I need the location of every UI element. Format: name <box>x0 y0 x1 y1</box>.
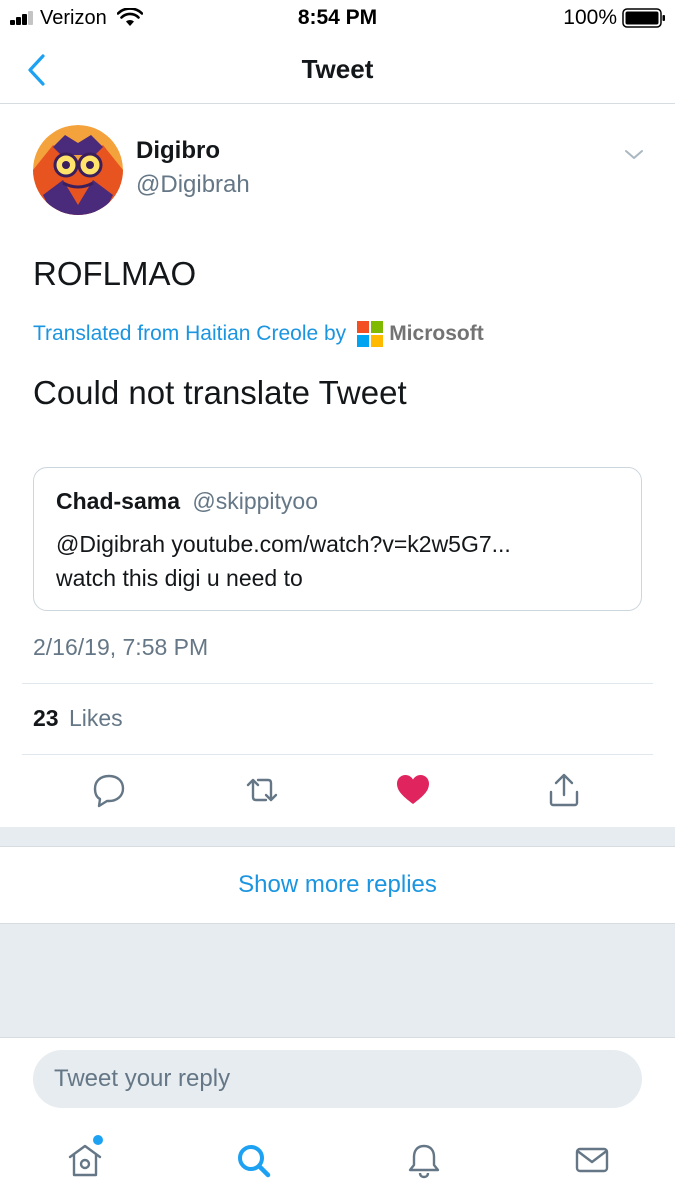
unread-indicator-dot <box>93 1135 103 1145</box>
author-handle[interactable]: @Digibrah <box>136 171 250 199</box>
heart-icon <box>397 775 429 804</box>
reply-input[interactable] <box>33 1050 642 1108</box>
tweet-action-bar <box>0 768 675 812</box>
likes-link[interactable]: 23 Likes <box>33 705 123 732</box>
translated-from-link[interactable]: Translated from Haitian Creole by <box>33 322 346 346</box>
home-icon <box>68 1144 102 1177</box>
notifications-bell-icon <box>408 1144 440 1179</box>
microsoft-logo-icon <box>357 321 384 347</box>
section-separator <box>0 827 675 846</box>
author-name[interactable]: Digibro <box>136 137 220 165</box>
likes-label: Likes <box>68 705 123 731</box>
translator-name: Microsoft <box>389 322 484 345</box>
quoted-tweet-card[interactable]: Chad-sama @skippityoo @Digibrah youtube.… <box>33 467 642 611</box>
battery-percent: 100% <box>563 6 617 29</box>
translation-attribution: Translated from Haitian Creole by Micros… <box>33 318 484 350</box>
reply-button[interactable] <box>87 768 131 812</box>
tweet-timestamp: 2/16/19, 7:58 PM <box>33 634 209 660</box>
quoted-tweet-text-line: @Digibrah youtube.com/watch?v=k2w5G7... <box>56 531 511 557</box>
tweet-options-button[interactable] <box>620 143 648 165</box>
tab-notifications[interactable] <box>404 1140 444 1180</box>
search-icon <box>238 1145 271 1178</box>
divider <box>22 754 653 755</box>
share-button[interactable] <box>542 768 586 812</box>
reply-icon <box>93 774 125 808</box>
translation-text: Could not translate Tweet <box>33 374 407 411</box>
chevron-down-icon <box>625 150 643 159</box>
page-title: Tweet <box>301 54 374 84</box>
quoted-author-name: Chad-sama <box>56 488 180 514</box>
tab-home[interactable] <box>65 1140 105 1180</box>
tab-messages[interactable] <box>572 1140 612 1180</box>
divider <box>22 683 653 684</box>
empty-background <box>0 924 675 1037</box>
quoted-tweet-text-line: watch this digi u need to <box>56 565 303 591</box>
avatar-image <box>33 125 123 215</box>
like-button[interactable] <box>391 768 435 812</box>
messages-envelope-icon <box>575 1147 609 1173</box>
quoted-author-handle: @skippityoo <box>192 488 318 514</box>
likes-count: 23 <box>33 705 59 731</box>
battery-icon <box>622 8 665 28</box>
share-icon <box>549 773 579 807</box>
tweet-text: ROFLMAO <box>33 255 197 292</box>
author-avatar[interactable] <box>33 125 123 215</box>
retweet-button[interactable] <box>240 768 284 812</box>
tab-search[interactable] <box>234 1140 274 1180</box>
quoted-tweet-header: Chad-sama @skippityoo <box>56 488 318 515</box>
status-bar: Verizon 8:54 PM 100% <box>0 0 675 36</box>
show-more-replies-button[interactable]: Show more replies <box>0 846 675 924</box>
retweet-icon <box>246 778 278 802</box>
navigation-bar: Tweet <box>0 36 675 104</box>
